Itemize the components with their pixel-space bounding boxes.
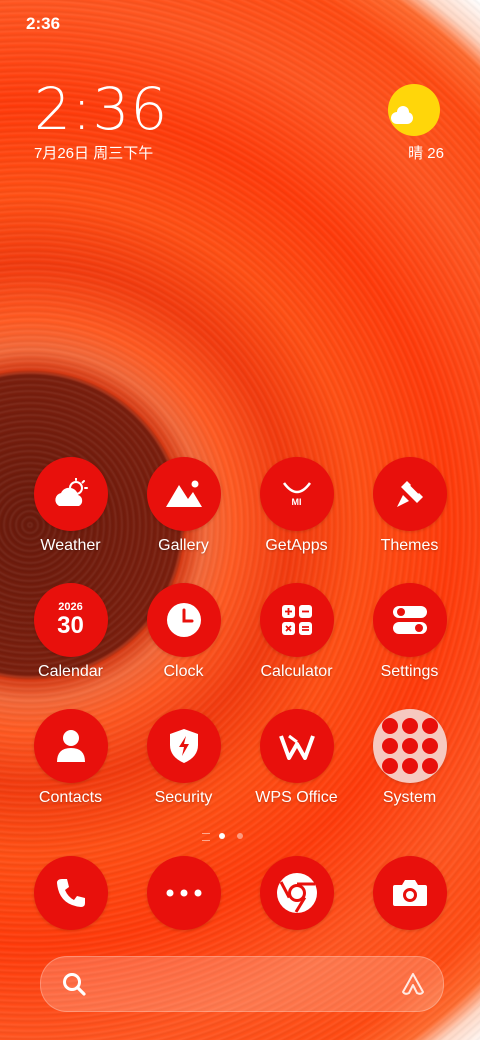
- clock-widget-date: 7月26日 周三下午: [34, 145, 154, 162]
- app-contacts[interactable]: Contacts: [14, 709, 127, 807]
- dock-more[interactable]: [127, 856, 240, 930]
- contacts-icon: [33, 709, 108, 783]
- app-settings[interactable]: Settings: [353, 583, 466, 681]
- weather-widget[interactable]: 晴 26: [384, 84, 444, 163]
- wps-icon: [259, 709, 334, 783]
- search-icon: [61, 971, 87, 1002]
- app-themes[interactable]: Themes: [353, 457, 466, 555]
- weather-widget-text: 晴 26: [408, 145, 444, 162]
- app-label: Calculator: [260, 663, 333, 680]
- security-icon: [146, 709, 221, 783]
- gallery-icon: [146, 457, 221, 531]
- chrome-icon: [259, 856, 334, 930]
- clock-icon: [146, 583, 221, 657]
- app-label: Weather: [40, 537, 101, 554]
- dock-camera[interactable]: [353, 856, 466, 930]
- app-label: Settings: [380, 663, 439, 680]
- app-label: Contacts: [38, 789, 103, 806]
- app-calendar[interactable]: 2026 30 Calendar: [14, 583, 127, 681]
- folder-app-icon: [401, 738, 418, 754]
- app-getapps[interactable]: MI GetApps: [240, 457, 353, 555]
- app-label: Security: [154, 789, 213, 806]
- calculator-icon: [259, 583, 334, 657]
- getapps-badge: MI: [291, 497, 302, 507]
- page-dot-active: [219, 833, 225, 839]
- app-clock[interactable]: Clock: [127, 583, 240, 681]
- assistant-icon[interactable]: [399, 970, 427, 1003]
- app-label: Themes: [380, 537, 439, 554]
- settings-icon: [372, 583, 447, 657]
- sunny-cloud-icon: [388, 84, 440, 136]
- app-weather[interactable]: Weather: [14, 457, 127, 555]
- menu-lines-icon: [202, 833, 210, 841]
- app-label: GetApps: [265, 537, 328, 554]
- folder-icon: [372, 709, 447, 783]
- app-wps-office[interactable]: WPS Office: [240, 709, 353, 807]
- getapps-icon: MI: [259, 457, 334, 531]
- folder-app-icon: [421, 758, 438, 774]
- brush-icon: [372, 457, 447, 531]
- calendar-day: 30: [57, 612, 84, 639]
- status-bar-time: 2:36: [26, 14, 61, 33]
- camera-icon: [372, 856, 447, 930]
- search-bar[interactable]: [40, 956, 444, 1012]
- folder-app-icon: [401, 758, 418, 774]
- app-system-folder[interactable]: System: [353, 709, 466, 807]
- calendar-icon: 2026 30: [33, 583, 108, 657]
- app-security[interactable]: Security: [127, 709, 240, 807]
- folder-app-icon: [381, 738, 398, 754]
- folder-app-icon: [421, 718, 438, 734]
- app-label: Clock: [163, 663, 204, 680]
- app-label: WPS Office: [255, 789, 338, 806]
- app-gallery[interactable]: Gallery: [127, 457, 240, 555]
- app-label: Gallery: [158, 537, 209, 554]
- more-icon: [146, 856, 221, 930]
- dock-chrome[interactable]: [240, 856, 353, 930]
- page-dot: [237, 833, 243, 839]
- phone-icon: [33, 856, 108, 930]
- folder-app-icon: [381, 718, 398, 734]
- app-label: Calendar: [38, 663, 103, 680]
- page-indicator[interactable]: [200, 831, 280, 841]
- dock-phone[interactable]: [14, 856, 127, 930]
- app-label: System: [382, 789, 437, 806]
- clock-widget[interactable]: 2:36 7月26日 周三下午: [34, 78, 168, 163]
- weather-icon: [33, 457, 108, 531]
- folder-app-icon: [421, 738, 438, 754]
- clock-widget-time: 2:36: [34, 75, 169, 143]
- folder-app-icon: [401, 718, 418, 734]
- app-calculator[interactable]: Calculator: [240, 583, 353, 681]
- folder-app-icon: [381, 758, 398, 774]
